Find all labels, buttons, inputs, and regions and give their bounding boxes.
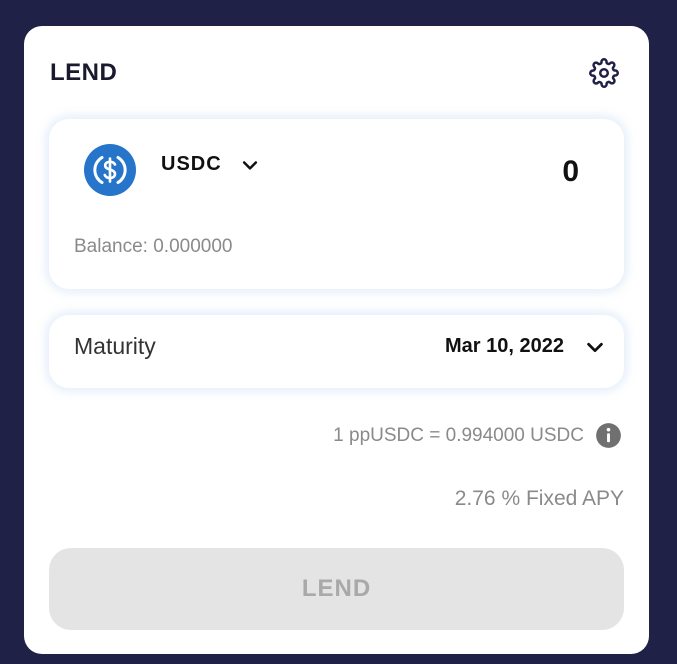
info-icon[interactable] bbox=[595, 422, 622, 449]
asset-input-panel: USDC Balance: 0.000000 bbox=[49, 119, 624, 289]
settings-button[interactable] bbox=[587, 56, 621, 90]
maturity-selector[interactable]: Mar 10, 2022 bbox=[445, 335, 606, 358]
maturity-label: Maturity bbox=[74, 333, 156, 359]
token-selector[interactable]: USDC bbox=[161, 153, 260, 176]
exchange-rate-text: 1 ppUSDC = 0.994000 USDC bbox=[333, 424, 584, 446]
balance-text: Balance: 0.000000 bbox=[74, 236, 233, 257]
gear-icon bbox=[589, 58, 619, 88]
usdc-coin-icon bbox=[84, 144, 136, 196]
page-title: LEND bbox=[50, 59, 118, 86]
maturity-panel: Maturity Mar 10, 2022 bbox=[49, 315, 624, 388]
chevron-down-icon bbox=[242, 160, 257, 170]
exchange-rate-row: 1 ppUSDC = 0.994000 USDC bbox=[333, 422, 622, 449]
lend-button[interactable]: LEND bbox=[49, 548, 624, 630]
amount-input[interactable] bbox=[379, 155, 579, 189]
fixed-apy-text: 2.76 % Fixed APY bbox=[454, 487, 624, 510]
token-name: USDC bbox=[161, 153, 222, 175]
chevron-down-icon bbox=[587, 342, 603, 352]
lend-card: LEND USDC Balance: 0.000000 Maturity Mar… bbox=[24, 26, 649, 654]
maturity-date: Mar 10, 2022 bbox=[445, 335, 564, 357]
